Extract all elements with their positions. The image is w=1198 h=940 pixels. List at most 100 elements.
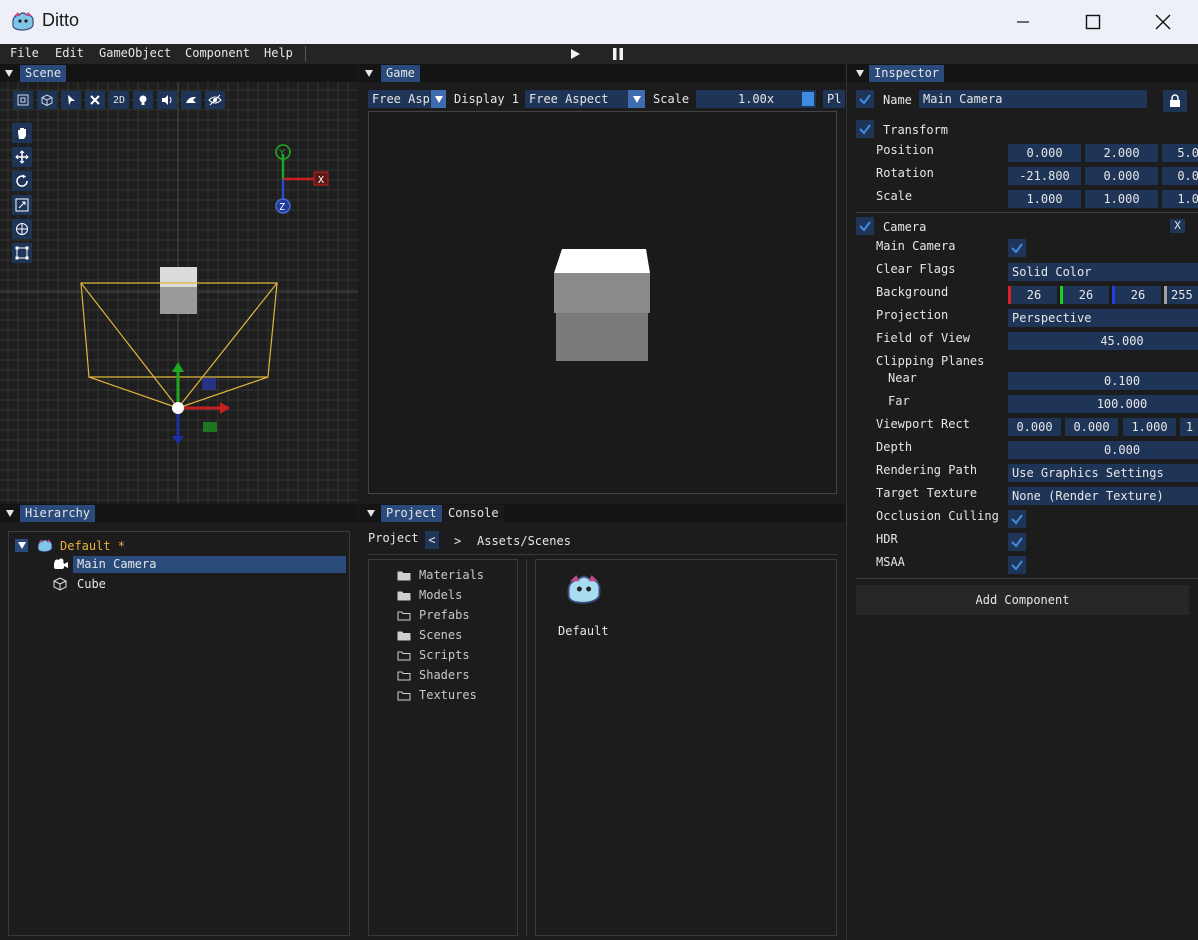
minimize-button[interactable] [988, 0, 1058, 44]
folder-item-scenes[interactable]: Scenes [397, 628, 515, 644]
game-viewport[interactable] [368, 111, 837, 494]
hand-tool-button[interactable] [12, 123, 32, 143]
scale-z-field[interactable]: 1.0 [1162, 190, 1198, 208]
lock-button[interactable] [1163, 90, 1187, 112]
rect-tool-button[interactable] [12, 243, 32, 263]
folder-item-scripts[interactable]: Scripts [397, 648, 515, 664]
scene-visibility-button[interactable] [205, 91, 225, 109]
folder-item-shaders[interactable]: Shaders [397, 668, 515, 684]
rotation-x-field[interactable]: -21.800 [1008, 167, 1081, 185]
active-checkbox[interactable] [856, 90, 874, 108]
tab-console[interactable]: Console [443, 505, 504, 522]
move-tool-button[interactable] [12, 147, 32, 167]
main-camera-checkbox[interactable] [1008, 239, 1026, 257]
scale-x-field[interactable]: 1.000 [1008, 190, 1081, 208]
transform-tool-button[interactable] [12, 219, 32, 239]
position-x-field[interactable]: 0.000 [1008, 144, 1081, 162]
hierarchy-menu-triangle-icon[interactable] [6, 510, 14, 517]
folder-item-models[interactable]: Models [397, 588, 515, 604]
background-a-field[interactable]: 255 [1164, 286, 1198, 304]
position-z-field[interactable]: 5.0 [1162, 144, 1198, 162]
scene-effects-button[interactable] [181, 91, 201, 109]
project-splitter[interactable] [526, 559, 527, 936]
rotation-z-field[interactable]: 0.0 [1162, 167, 1198, 185]
folder-item-prefabs[interactable]: Prefabs [397, 608, 515, 624]
play-focus-button[interactable]: Pl [823, 90, 845, 108]
tab-project[interactable]: Project [381, 505, 442, 522]
folder-item-textures[interactable]: Textures [397, 688, 515, 704]
close-button[interactable] [1128, 0, 1198, 44]
hdr-checkbox[interactable] [1008, 533, 1026, 551]
scene-tools-button[interactable] [85, 91, 105, 109]
scene-grid-button[interactable] [13, 91, 33, 109]
scene-name[interactable]: Default * [60, 539, 125, 553]
menu-component[interactable]: Component [185, 46, 250, 60]
hierarchy-item-main-camera[interactable]: Main Camera [54, 556, 346, 573]
aspect-select[interactable]: Free Aspect [525, 90, 645, 108]
breadcrumb-path[interactable]: Assets/Scenes [477, 534, 571, 548]
aspect-select-arrow[interactable] [628, 90, 645, 108]
inspector-menu-triangle-icon[interactable] [856, 70, 864, 77]
menu-edit[interactable]: Edit [55, 46, 84, 60]
background-r-field[interactable]: 26 [1008, 286, 1057, 304]
project-asset-grid[interactable]: Default [535, 559, 837, 936]
asset-item-default[interactable]: Default [554, 568, 610, 638]
scale-tool-button[interactable] [12, 195, 32, 215]
scene-viewport[interactable]: Y X Z [0, 82, 358, 503]
occlusion-culling-checkbox[interactable] [1008, 510, 1026, 528]
position-y-field[interactable]: 2.000 [1085, 144, 1158, 162]
back-button[interactable]: < [425, 531, 439, 549]
scale-slider-grab[interactable] [802, 92, 814, 106]
tab-hierarchy[interactable]: Hierarchy [20, 505, 96, 522]
hierarchy-item-cube[interactable]: Cube [53, 576, 346, 593]
hierarchy-tree[interactable]: Default * Main Camera Cube [8, 531, 350, 936]
depth-field[interactable]: 0.000 [1008, 441, 1198, 459]
menu-help[interactable]: Help [264, 46, 293, 60]
scale-y-field[interactable]: 1.000 [1085, 190, 1158, 208]
scene-collapse-toggle[interactable] [15, 539, 28, 552]
background-g-field[interactable]: 26 [1060, 286, 1109, 304]
remove-component-button[interactable]: X [1170, 219, 1185, 233]
maximize-button[interactable] [1058, 0, 1128, 44]
transform-header[interactable]: Transform [883, 123, 948, 137]
viewport-h-field[interactable]: 1 [1180, 418, 1198, 436]
scale-slider[interactable]: 1.00x [696, 90, 816, 108]
scene-select-button[interactable] [61, 91, 81, 109]
tab-inspector[interactable]: Inspector [869, 65, 945, 82]
forward-button[interactable]: > [454, 534, 461, 548]
scene-2d-button[interactable]: 2D [109, 91, 129, 109]
play-button[interactable] [568, 47, 582, 64]
rendering-path-dropdown[interactable]: Use Graphics Settings [1008, 464, 1198, 482]
scene-menu-triangle-icon[interactable] [5, 70, 13, 77]
rotate-tool-button[interactable] [12, 171, 32, 191]
transform-checkbox[interactable] [856, 120, 874, 138]
fov-slider[interactable]: 45.000 [1008, 332, 1198, 350]
viewport-y-field[interactable]: 0.000 [1065, 418, 1118, 436]
near-field[interactable]: 0.100 [1008, 372, 1198, 390]
tab-game[interactable]: Game [381, 65, 420, 82]
viewport-x-field[interactable]: 0.000 [1008, 418, 1061, 436]
rotation-y-field[interactable]: 0.000 [1085, 167, 1158, 185]
background-b-field[interactable]: 26 [1112, 286, 1161, 304]
tab-scene[interactable]: Scene [20, 65, 67, 82]
camera-checkbox[interactable] [856, 217, 874, 235]
menu-file[interactable]: File [10, 46, 39, 60]
viewport-w-field[interactable]: 1.000 [1123, 418, 1176, 436]
aspect-dropdown-arrow[interactable] [431, 90, 446, 108]
msaa-checkbox[interactable] [1008, 556, 1026, 574]
folder-item-materials[interactable]: Materials [397, 568, 515, 584]
pause-button[interactable] [611, 47, 625, 64]
far-field[interactable]: 100.000 [1008, 395, 1198, 413]
game-menu-triangle-icon[interactable] [365, 70, 373, 77]
project-folder-tree[interactable]: Materials Models Prefabs Scenes Scripts Shade… [368, 559, 518, 936]
projection-dropdown[interactable]: Perspective [1008, 309, 1198, 327]
menu-gameobject[interactable]: GameObject [99, 46, 171, 60]
clear-flags-dropdown[interactable]: Solid Color [1008, 263, 1198, 281]
add-component-button[interactable]: Add Component [856, 585, 1189, 615]
scene-lighting-button[interactable] [133, 91, 153, 109]
target-texture-field[interactable]: None (Render Texture) [1008, 487, 1198, 505]
scene-cube-button[interactable] [37, 91, 57, 109]
camera-header[interactable]: Camera [883, 220, 926, 234]
name-input[interactable]: Main Camera [919, 90, 1147, 108]
scene-audio-button[interactable] [157, 91, 177, 109]
